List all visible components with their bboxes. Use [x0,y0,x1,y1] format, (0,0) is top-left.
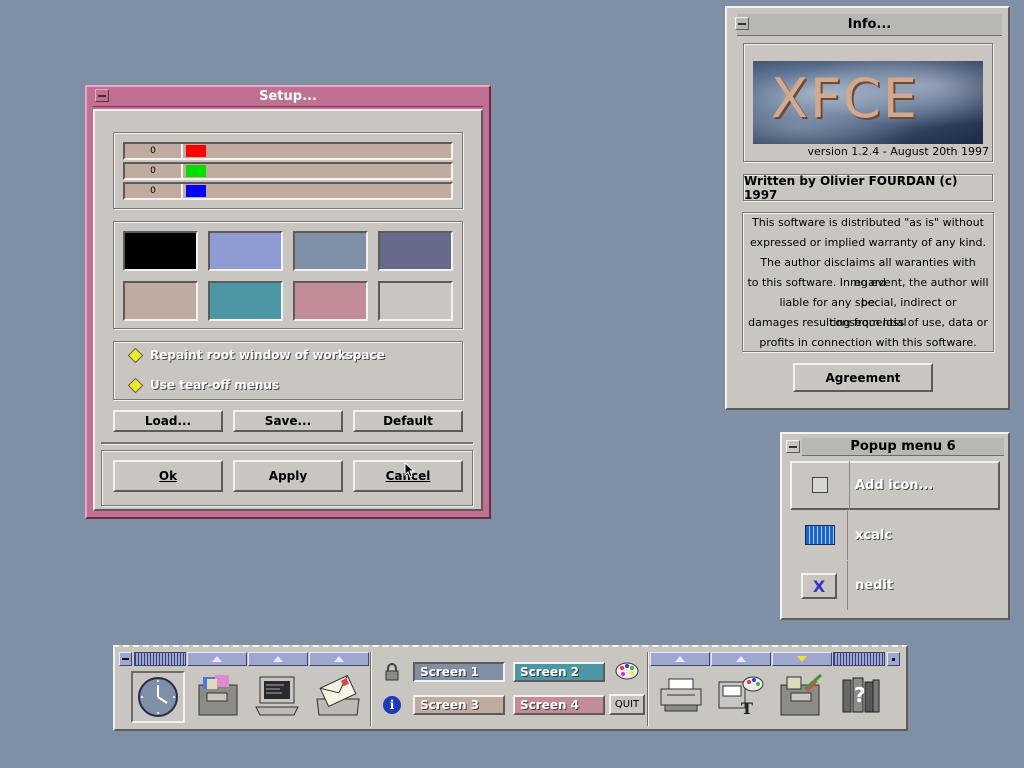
panel-drag-handle-left[interactable] [134,652,186,666]
paint-icon: T [718,676,764,718]
setup-title: Setup... [259,89,317,104]
apply-button[interactable]: Apply [233,460,343,492]
setup-title-bar[interactable]: Setup... [93,87,483,107]
version-text: version 1.2.4 - August 20th 1997 [807,145,990,158]
screen-1-button[interactable]: Screen 1 [413,662,505,682]
screen-3-button[interactable]: Screen 3 [413,695,505,715]
red-chip [186,145,206,157]
popup-tab-5[interactable] [711,652,771,666]
panel-menu-button-right[interactable] [887,652,900,666]
file-manager-button[interactable] [192,671,242,719]
clock-icon [138,677,178,717]
popup-item-add-label: Add icon... [855,478,934,493]
popup-item-nedit[interactable]: X nedit [790,561,1000,610]
help-icon: ? [842,677,880,713]
popup-tab-4[interactable] [650,652,710,666]
ok-label: Ok [158,469,178,483]
panel-center-divider-right [647,652,649,726]
terminal-button[interactable] [253,671,303,719]
license-line-6: damages resulting from loss of use, data… [748,316,988,329]
info-title-bar[interactable]: Info... [737,14,1002,36]
paint-button[interactable]: T [716,671,766,719]
tearoff-label[interactable]: Use tear-off menus [150,378,279,392]
popup-tab-2[interactable] [248,652,308,666]
green-value: 0 [125,164,183,178]
swatch-7[interactable] [293,281,368,321]
mail-icon [316,674,360,716]
calculator-icon [805,525,835,545]
green-chip [186,165,206,177]
up-arrow-icon [273,656,283,662]
popup-title-bar[interactable]: Popup menu 6 [802,438,1004,456]
help-button[interactable]: ? [836,671,886,719]
license-line-1: This software is distributed "as is" wit… [752,216,984,229]
red-value: 0 [125,144,183,158]
popup-tab-6-active[interactable] [772,652,832,666]
lock-icon[interactable] [384,663,400,681]
popup-item-nedit-label: nedit [855,578,894,593]
mail-button[interactable] [313,671,363,719]
info-title: Info... [847,17,892,32]
file-manager-icon [198,675,238,716]
panel-drag-handle-right[interactable] [833,652,885,666]
swatch-2[interactable] [208,231,283,271]
quit-button[interactable]: QUIT [609,694,645,715]
up-arrow-icon [675,656,685,662]
author-box: Written by Olivier FOURDAN (c) 1997 [743,174,993,202]
swatch-5[interactable] [123,281,198,321]
swatch-6[interactable] [208,281,283,321]
swatch-4[interactable] [378,231,453,271]
popup-tab-1[interactable] [187,652,247,666]
clock-button[interactable] [131,671,185,723]
up-arrow-icon [736,656,746,662]
terminal-icon [255,676,299,716]
info-icon[interactable]: i [383,696,401,714]
folder-edit-button[interactable] [776,671,826,719]
popup-item-add[interactable]: Add icon... [790,461,1000,510]
window-menu-button[interactable] [95,89,109,102]
popup-title: Popup menu 6 [850,439,956,454]
ok-button[interactable]: Ok [113,460,223,492]
popup-menu-button[interactable] [786,440,800,453]
license-line-2: expressed or implied warranty of any kin… [749,236,986,249]
popup-tab-3[interactable] [309,652,369,666]
panel-center-divider-left [370,652,372,726]
info-menu-button[interactable] [735,17,749,30]
add-icon [812,477,828,493]
green-slider[interactable]: 0 [123,162,453,180]
editor-icon: X [801,573,837,599]
up-arrow-icon [334,656,344,662]
load-button[interactable]: Load... [113,410,223,432]
mouse-pointer-icon [404,462,416,478]
down-arrow-icon [797,656,807,662]
blue-chip [186,185,206,197]
up-arrow-icon [212,656,222,662]
dialog-buttons-separator [101,442,473,444]
swatch-1[interactable] [123,231,198,271]
blue-slider[interactable]: 0 [123,182,453,200]
panel-menu-button[interactable] [119,652,132,666]
license-line-7: profits in connection with this software… [759,336,977,349]
save-button[interactable]: Save... [233,410,343,432]
popup-item-xcalc[interactable]: xcalc [790,511,1000,560]
popup-item-xcalc-label: xcalc [855,528,893,543]
swatch-8[interactable] [378,281,453,321]
svg-text:T: T [741,699,753,718]
blue-value: 0 [125,184,183,198]
red-slider[interactable]: 0 [123,142,453,160]
screen-2-button[interactable]: Screen 2 [513,662,605,682]
printer-button[interactable] [656,671,706,719]
screen-4-button[interactable]: Screen 4 [513,695,605,715]
printer-icon [660,678,702,712]
default-button[interactable]: Default [353,410,463,432]
folder-edit-icon [780,673,822,716]
logo-text: XFCE [771,67,919,130]
repaint-label[interactable]: Repaint root window of workspace [150,348,385,362]
svg-text:?: ? [854,683,866,707]
swatch-3[interactable] [293,231,368,271]
agreement-button[interactable]: Agreement [793,363,933,392]
palette-icon[interactable] [615,662,639,680]
xfce-logo: XFCE [753,61,983,144]
